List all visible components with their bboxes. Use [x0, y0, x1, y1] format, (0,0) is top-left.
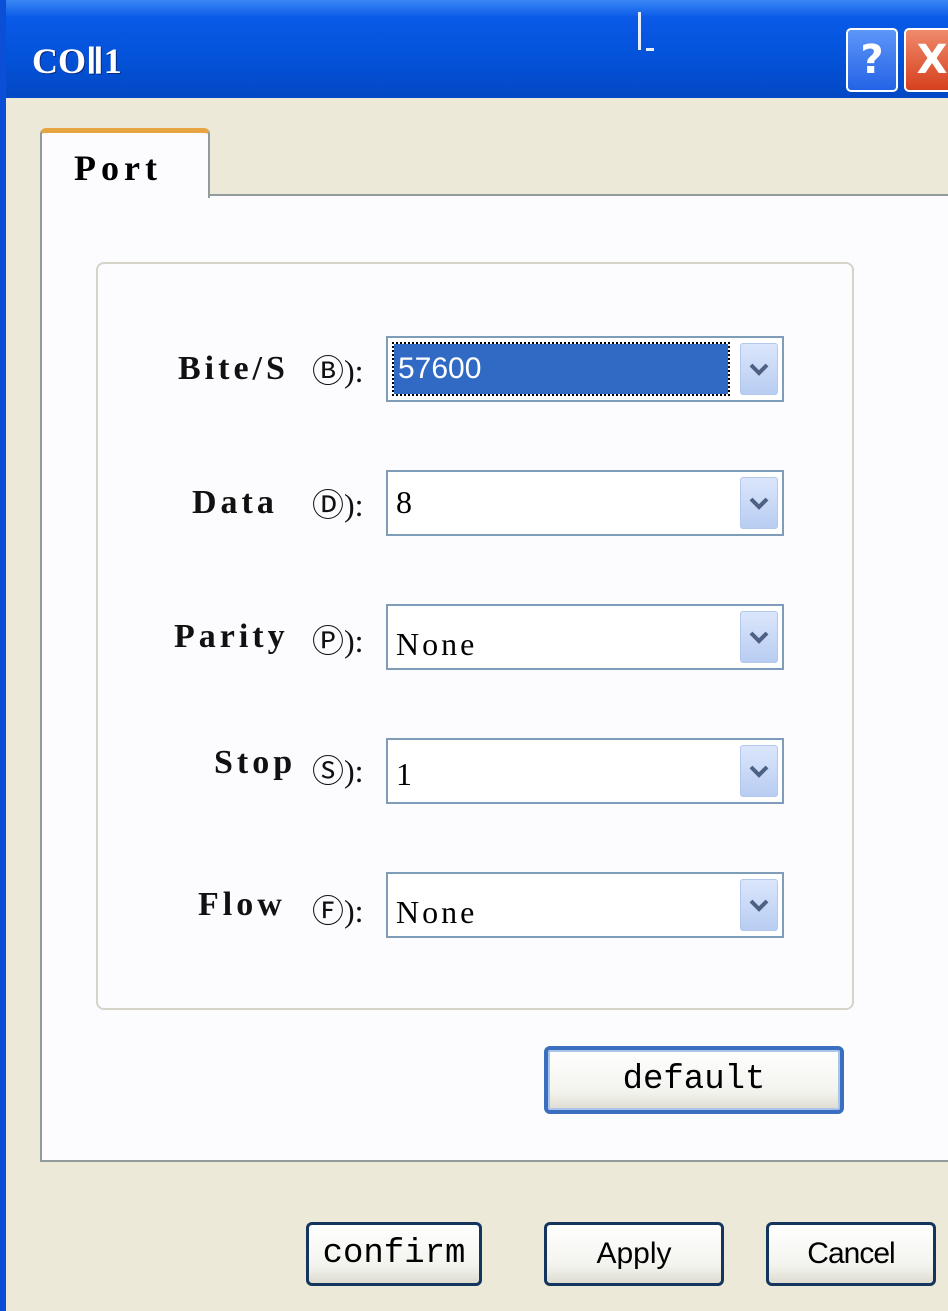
title-bar[interactable]: COⅡ1 ? X — [6, 0, 948, 98]
data-bits-value: 8 — [396, 484, 415, 520]
parity-value: None — [396, 626, 478, 662]
close-button[interactable]: X — [904, 28, 948, 92]
cancel-button[interactable]: Cancel — [766, 1222, 936, 1286]
chevron-down-icon[interactable] — [740, 745, 778, 797]
stop-bits-label: Stop — [214, 744, 297, 781]
flow-control-label: Flow — [198, 886, 286, 923]
confirm-button[interactable]: confirm — [306, 1222, 482, 1286]
window-title: COⅡ1 — [32, 41, 122, 81]
stop-bits-value: 1 — [396, 756, 415, 792]
help-icon: ? — [860, 37, 884, 83]
restore-defaults-button[interactable]: default — [544, 1046, 844, 1114]
stop-bits-select[interactable]: 1 — [386, 738, 784, 804]
chevron-down-icon[interactable] — [740, 611, 778, 663]
parity-label: Parity — [174, 618, 289, 655]
parity-shortcut: Ⓟ): — [312, 623, 364, 659]
apply-button[interactable]: Apply — [544, 1222, 724, 1286]
chevron-down-icon[interactable] — [740, 343, 778, 395]
help-button[interactable]: ? — [846, 28, 898, 92]
tab-port[interactable]: Port — [40, 128, 210, 198]
parity-select[interactable]: None — [386, 604, 784, 670]
chevron-down-icon[interactable] — [740, 879, 778, 931]
dialog-window: COⅡ1 ? X Port Bite/S Ⓑ): 57600 Data Ⓓ): … — [0, 0, 948, 1311]
bits-per-second-select[interactable]: 57600 — [386, 336, 784, 402]
bits-per-second-value: 57600 — [392, 342, 730, 396]
stop-bits-shortcut: Ⓢ): — [312, 753, 364, 789]
chevron-down-icon[interactable] — [740, 477, 778, 529]
flow-control-value: None — [396, 894, 478, 930]
mouse-cursor-fragment — [638, 12, 641, 50]
data-bits-select[interactable]: 8 — [386, 470, 784, 536]
bits-per-second-label: Bite/S — [178, 350, 289, 387]
bits-per-second-shortcut: Ⓑ): — [312, 353, 364, 389]
flow-control-shortcut: Ⓕ): — [312, 893, 364, 929]
flow-control-select[interactable]: None — [386, 872, 784, 938]
window-bottom-edge — [6, 1300, 948, 1311]
mouse-cursor-fragment-tail — [646, 48, 654, 51]
close-icon: X — [916, 37, 948, 83]
tab-port-label: Port — [74, 148, 162, 188]
data-bits-label: Data — [192, 484, 278, 521]
data-bits-shortcut: Ⓓ): — [312, 487, 364, 523]
